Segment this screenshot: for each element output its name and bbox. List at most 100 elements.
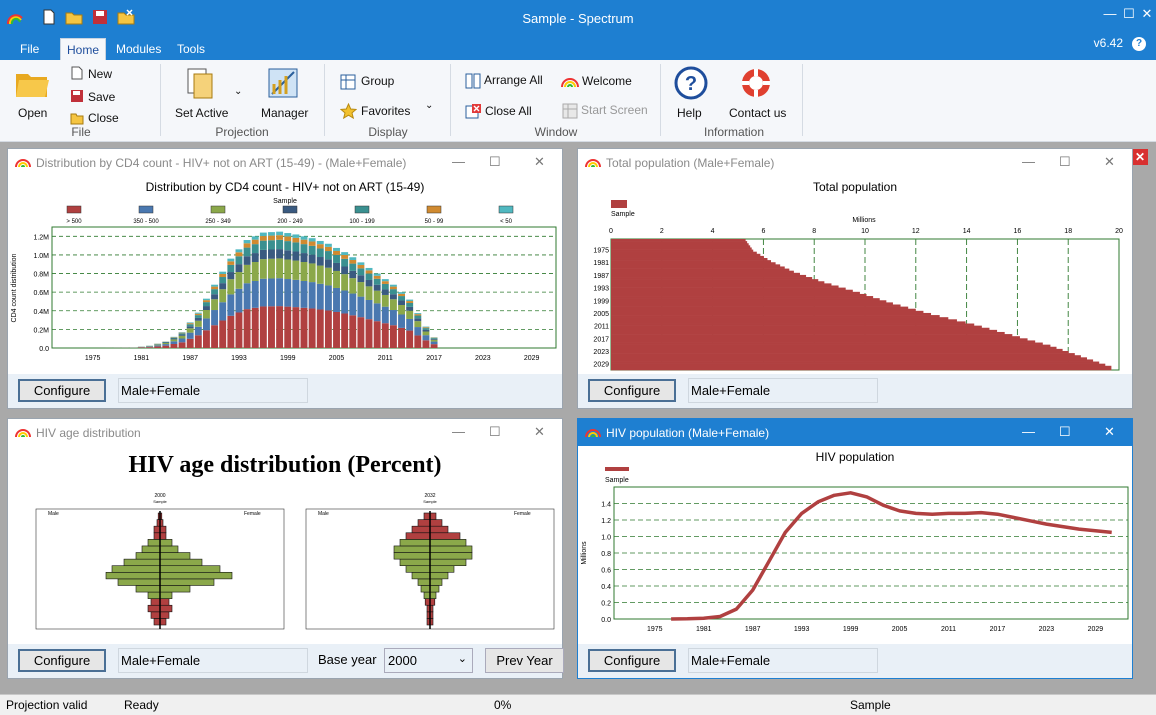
stacked-bar-segment	[243, 309, 251, 348]
hivpop-window-titlebar[interactable]: HIV population (Male+Female) — ☐ ✕	[578, 419, 1132, 446]
stacked-bar-segment	[268, 232, 275, 236]
stacked-bar-segment	[300, 307, 308, 348]
close-button[interactable]: ✕	[1104, 154, 1115, 170]
help-icon[interactable]: ?	[1132, 37, 1146, 51]
y-tick-label: 0.2M	[33, 327, 49, 334]
stacked-bar-segment	[365, 299, 373, 320]
minimize-button[interactable]: —	[1022, 154, 1035, 169]
close-button-ribbon[interactable]: Close	[88, 111, 119, 125]
male-age-bar	[405, 532, 431, 540]
minimize-button[interactable]: —	[452, 424, 465, 439]
y-tick-label: 0.0	[39, 346, 49, 353]
stacked-bar-segment	[268, 240, 275, 250]
population-bar	[611, 344, 1051, 348]
set-active-button[interactable]: Set Active	[175, 106, 228, 120]
stacked-bar-segment	[284, 279, 292, 307]
close-all-button[interactable]: Close All	[485, 104, 532, 118]
close-button[interactable]: ✕	[1138, 6, 1156, 22]
maximize-button[interactable]: ☐	[1059, 154, 1071, 170]
base-year-select[interactable]: 2000 ⌄	[384, 648, 473, 673]
stacked-bar-segment	[227, 315, 235, 348]
stacked-bar-segment	[333, 311, 340, 348]
close-button[interactable]: ✕	[1104, 424, 1115, 440]
set-active-dropdown-icon[interactable]: ⌄	[234, 86, 242, 97]
population-bar	[611, 243, 749, 246]
stacked-bar-segment	[308, 282, 316, 309]
stacked-bar-segment	[276, 239, 284, 250]
cd4-window-titlebar[interactable]: Distribution by CD4 count - HIV+ not on …	[8, 149, 562, 176]
stacked-bar-segment	[333, 247, 340, 251]
stacked-bar-segment	[373, 275, 381, 279]
menu-home[interactable]: Home	[60, 38, 107, 61]
population-bar	[611, 315, 940, 318]
help-button[interactable]: Help	[677, 106, 702, 120]
minimize-button[interactable]: —	[1101, 6, 1119, 21]
stacked-bar-segment	[333, 270, 340, 288]
stacked-bar-segment	[194, 313, 202, 316]
favorites-button[interactable]: Favorites	[361, 104, 410, 118]
open-button[interactable]: Open	[14, 66, 52, 120]
population-bar	[611, 283, 832, 286]
new-button[interactable]: New	[88, 67, 112, 81]
sex-field[interactable]: Male+Female	[688, 648, 878, 673]
minimize-button[interactable]: —	[452, 154, 465, 169]
stacked-bar-segment	[219, 273, 227, 278]
male-age-bar	[417, 578, 431, 586]
maximize-button[interactable]: ☐	[489, 154, 501, 170]
welcome-button[interactable]: Welcome	[582, 74, 632, 88]
favorites-dropdown-icon[interactable]: ⌄	[425, 100, 433, 111]
sex-field[interactable]: Male+Female	[118, 378, 308, 403]
stacked-bar-segment	[259, 232, 267, 237]
minimize-button[interactable]: —	[1022, 424, 1035, 439]
maximize-button[interactable]: ☐	[1120, 6, 1138, 22]
configure-button[interactable]: Configure	[588, 649, 676, 672]
stacked-bar-segment	[194, 335, 202, 348]
female-age-bar	[429, 585, 440, 593]
menu-tools[interactable]: Tools	[177, 42, 205, 56]
start-screen-button[interactable]: Start Screen	[581, 103, 648, 117]
population-bar	[611, 270, 794, 274]
totpop-window-titlebar[interactable]: Total population (Male+Female) — ☐ ✕	[578, 149, 1132, 176]
female-label: Female	[514, 511, 531, 517]
female-age-bar	[429, 532, 461, 540]
maximize-button[interactable]: ☐	[1059, 424, 1071, 440]
stacked-bar-segment	[373, 290, 381, 304]
information-group-label: Information	[703, 125, 765, 139]
female-age-bar	[159, 532, 167, 540]
menu-file[interactable]: File	[20, 42, 39, 56]
close-button[interactable]: ✕	[534, 154, 545, 170]
stacked-bar-segment	[202, 310, 210, 319]
stacked-bar-segment	[186, 326, 194, 329]
mdi-close-icon[interactable]: ✕	[1132, 149, 1148, 165]
save-button[interactable]: Save	[88, 90, 115, 104]
close-button[interactable]: ✕	[534, 424, 545, 440]
stacked-bar-segment	[341, 252, 349, 256]
sex-field[interactable]: Male+Female	[688, 378, 878, 403]
sex-field[interactable]: Male+Female	[118, 648, 308, 673]
configure-button[interactable]: Configure	[588, 379, 676, 402]
prev-year-button[interactable]: Prev Year	[485, 648, 564, 673]
spectrum-logo-icon	[585, 429, 601, 438]
population-bar	[611, 334, 1013, 337]
display-group-label: Display	[368, 125, 408, 139]
ribbon-separator	[660, 64, 661, 136]
stacked-bar-segment	[373, 273, 381, 276]
stacked-bar-segment	[211, 299, 219, 311]
configure-button[interactable]: Configure	[18, 649, 106, 672]
female-age-bar	[159, 611, 170, 619]
population-bar	[611, 279, 819, 282]
maximize-button[interactable]: ☐	[489, 424, 501, 440]
stacked-bar-segment	[178, 335, 186, 339]
stacked-bar-segment	[251, 244, 259, 254]
agedist-window-titlebar[interactable]: HIV age distribution — ☐ ✕	[8, 419, 562, 446]
contact-us-button[interactable]: Contact us	[729, 106, 786, 120]
menu-modules[interactable]: Modules	[116, 42, 161, 56]
arrange-all-button[interactable]: Arrange All	[484, 73, 543, 87]
configure-button[interactable]: Configure	[18, 379, 106, 402]
totpop-window-footer: Configure Male+Female	[578, 374, 1132, 408]
legend-swatch	[282, 205, 298, 214]
group-button[interactable]: Group	[361, 74, 394, 88]
stacked-bar-segment	[430, 339, 438, 342]
stacked-bar-segment	[211, 310, 219, 326]
manager-button[interactable]: Manager	[261, 106, 308, 120]
